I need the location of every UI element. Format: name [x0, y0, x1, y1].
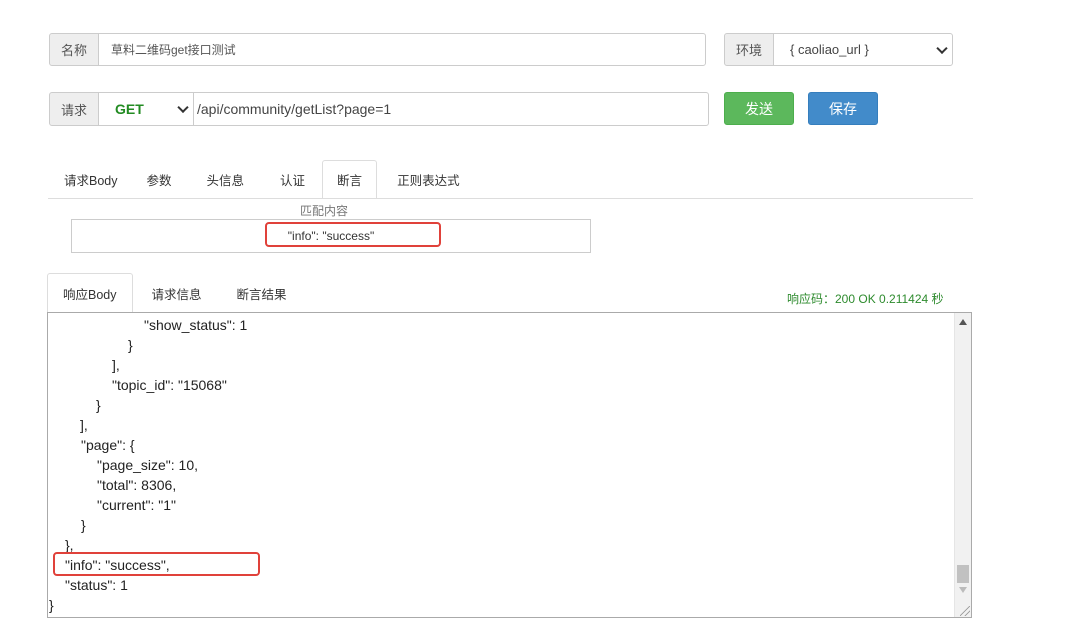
env-label: 环境 — [724, 33, 774, 66]
env-select[interactable]: { caoliao_url } — [773, 33, 953, 66]
name-input[interactable]: 草料二维码get接口测试 — [98, 33, 706, 66]
tab-request-body[interactable]: 请求Body — [48, 160, 134, 198]
chevron-down-icon — [936, 42, 948, 54]
method-label: 请求 — [49, 92, 99, 126]
json-line: } — [49, 597, 54, 613]
tab-response-body[interactable]: 响应Body — [47, 273, 133, 314]
json-line: "show_status": 1 — [144, 317, 248, 333]
tab-headers[interactable]: 头信息 — [186, 160, 260, 198]
scroll-up-arrow-icon[interactable] — [959, 319, 967, 325]
method-select-value: GET — [115, 101, 144, 117]
vertical-scrollbar[interactable] — [954, 313, 971, 617]
resize-handle-icon[interactable] — [960, 606, 970, 616]
send-button[interactable]: 发送 — [724, 92, 794, 125]
json-line: } — [128, 337, 133, 353]
tab-divider — [48, 198, 973, 199]
name-label: 名称 — [49, 33, 99, 66]
response-tabs: 响应Body 请求信息 断言结果 — [47, 273, 303, 314]
scroll-down-arrow-icon[interactable] — [959, 587, 967, 593]
chevron-down-icon — [177, 101, 189, 114]
method-select[interactable]: GET — [98, 92, 194, 126]
json-line: } — [81, 517, 86, 533]
json-line: } — [96, 397, 101, 413]
json-line: ], — [112, 357, 120, 373]
response-status: 响应码：200 OK 0.211424 秒 — [787, 292, 944, 306]
match-content-label: 匹配内容 — [300, 204, 349, 218]
json-line: "status": 1 — [65, 577, 128, 593]
tab-assertion[interactable]: 断言 — [322, 160, 378, 199]
match-highlight-box — [265, 222, 441, 247]
json-line: "current": "1" — [97, 497, 177, 513]
tab-regex[interactable]: 正则表达式 — [377, 160, 476, 198]
url-input[interactable]: /api/community/getList?page=1 — [193, 92, 709, 126]
json-line: "topic_id": "15068" — [112, 377, 227, 393]
scrollbar-thumb[interactable] — [957, 565, 969, 583]
json-line: "page_size": 10, — [97, 457, 199, 473]
json-line: "page": { — [81, 437, 135, 453]
env-select-value: { caoliao_url } — [790, 42, 869, 57]
json-line: "total": 8306, — [97, 477, 177, 493]
tab-params[interactable]: 参数 — [134, 160, 186, 198]
tab-request-info[interactable]: 请求信息 — [133, 273, 218, 313]
request-tabs: 请求Body 参数 头信息 认证 断言 正则表达式 — [48, 160, 476, 199]
json-line: }, — [65, 537, 74, 553]
info-highlight-box — [53, 552, 260, 576]
tab-assertion-result[interactable]: 断言结果 — [218, 273, 303, 313]
save-button[interactable]: 保存 — [808, 92, 878, 125]
json-line: ], — [80, 417, 88, 433]
tab-auth[interactable]: 认证 — [259, 160, 322, 198]
